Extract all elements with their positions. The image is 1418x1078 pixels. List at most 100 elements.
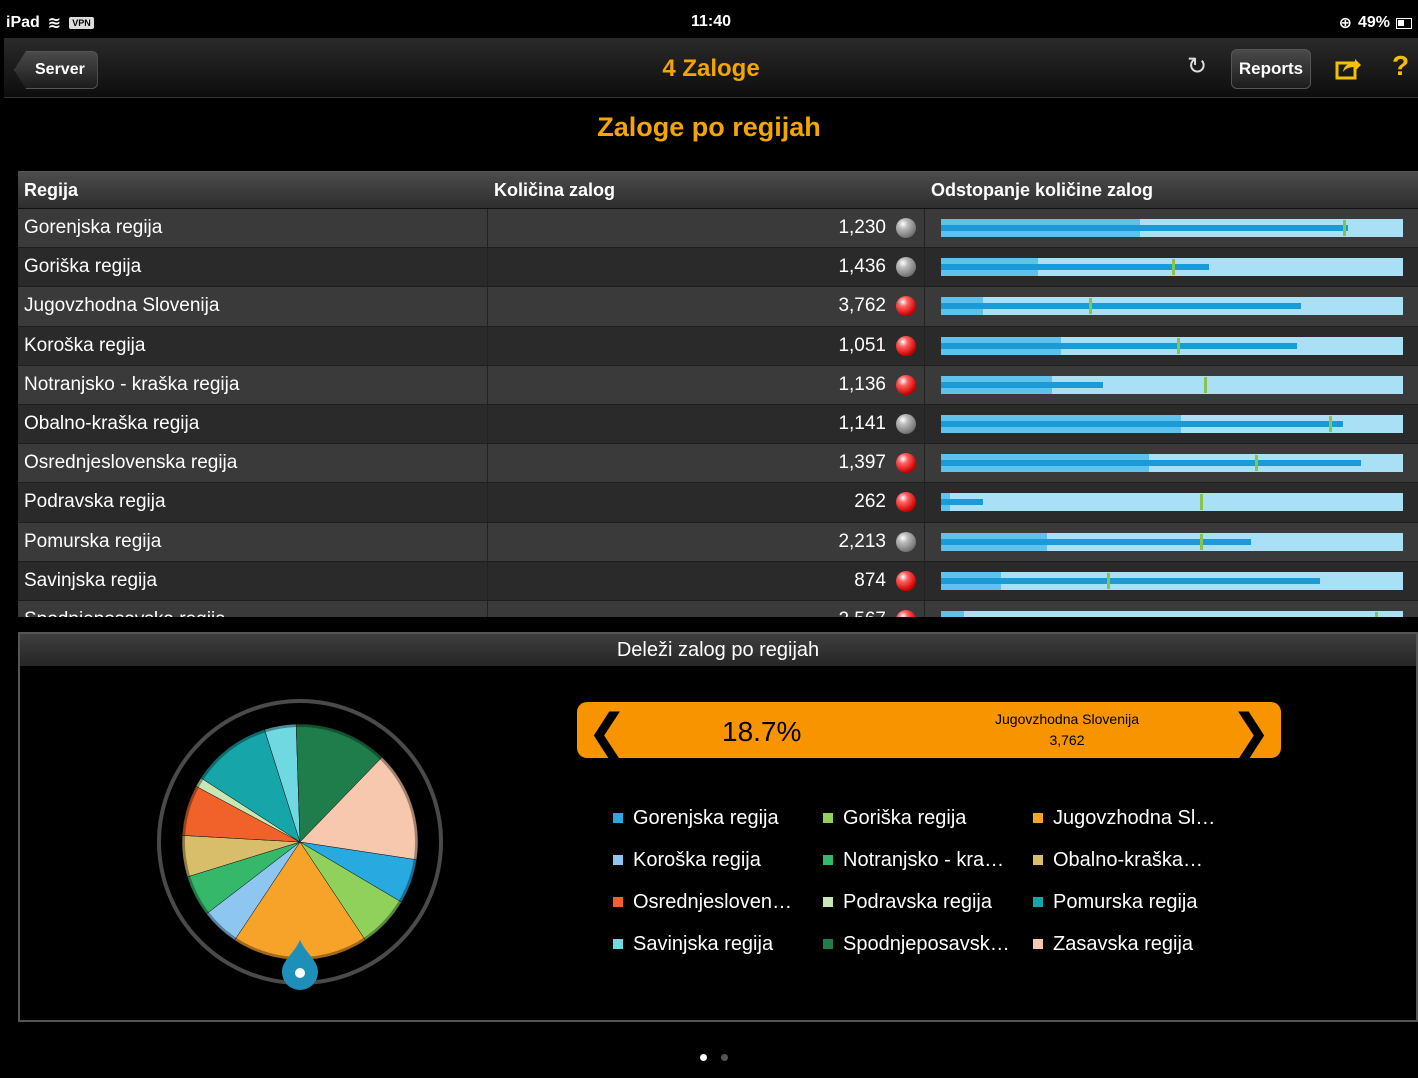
table-row[interactable]: Goriška regija 1,436	[18, 248, 1418, 288]
region-cell: Savinjska regija	[18, 561, 488, 600]
status-indicator-icon	[896, 296, 916, 317]
legend-label: Savinjska regija	[633, 932, 774, 955]
region-cell: Obalno-kraška regija	[18, 404, 488, 444]
status-indicator-icon	[896, 374, 916, 395]
bullet-graph	[941, 532, 1403, 551]
legend-swatch	[1033, 813, 1043, 823]
quantity-value: 2,213	[838, 530, 886, 552]
share-icon[interactable]	[1334, 54, 1362, 82]
region-cell: Osrednjeslovenska regija	[18, 444, 488, 483]
bullet-graph	[941, 219, 1403, 237]
battery-icon	[1396, 17, 1412, 29]
legend-swatch	[613, 813, 623, 823]
quantity-value: 874	[854, 569, 886, 591]
quantity-cell: 2,213	[488, 522, 925, 561]
legend-label: Pomurska regija	[1053, 890, 1198, 913]
help-icon[interactable]: ?	[1392, 50, 1409, 82]
bullet-target-marker	[1375, 611, 1379, 617]
bullet-value-bar	[941, 577, 1320, 584]
header-region[interactable]: Regija	[18, 172, 488, 208]
bullet-graph	[941, 375, 1403, 394]
refresh-icon[interactable]: ↻	[1184, 54, 1210, 80]
legend-item[interactable]: Jugovzhodna Sl…	[1033, 806, 1243, 830]
bullet-value-bar	[941, 381, 1103, 388]
bullet-graph	[941, 610, 1403, 617]
reports-button[interactable]: Reports	[1231, 49, 1311, 89]
status-indicator-icon	[896, 492, 916, 513]
header-deviation[interactable]: Odstopanje količine zalog	[925, 172, 1418, 208]
table-row[interactable]: Podravska regija 262	[18, 483, 1418, 523]
table-row[interactable]: Jugovzhodna Slovenija 3,762	[18, 287, 1418, 327]
table-row[interactable]: Notranjsko - kraška regija 1,136	[18, 365, 1418, 405]
status-indicator-icon	[896, 609, 916, 617]
legend-item[interactable]: Goriška regija	[823, 806, 1033, 830]
table-row[interactable]: Obalno-kraška regija 1,141	[18, 404, 1418, 445]
legend-label: Obalno-kraška…	[1053, 848, 1204, 871]
status-indicator-icon	[896, 414, 916, 435]
table-row[interactable]: Spodnjeposavska regija 2,567	[18, 600, 1418, 617]
legend-label: Osrednjesloven…	[633, 890, 792, 913]
legend-item[interactable]: Notranjsko - kra…	[823, 848, 1033, 872]
orientation-lock-icon: ⊕	[1338, 15, 1352, 32]
quantity-value: 262	[854, 491, 886, 513]
legend-swatch	[613, 897, 623, 907]
legend-item[interactable]: Zasavska regija	[1033, 932, 1243, 956]
legend-swatch	[1033, 897, 1043, 907]
page-title: Zaloge po regijah	[597, 112, 821, 142]
legend-item[interactable]: Spodnjeposavsk…	[823, 932, 1033, 956]
quantity-cell: 1,136	[488, 365, 925, 404]
bullet-graph	[941, 297, 1403, 316]
table-body[interactable]: Gorenjska regija 1,230 Goriška regija 1,436…	[18, 209, 1418, 617]
bullet-target-marker	[1199, 533, 1203, 550]
bullet-value-bar	[941, 460, 1362, 467]
quantity-cell: 1,397	[488, 444, 925, 483]
selected-region-name: Jugovzhodna Slovenija	[995, 711, 1139, 727]
table-row[interactable]: Gorenjska regija 1,230	[18, 209, 1418, 249]
share-chart-panel: Deleži zalog po regijah ❮ 18.7% Jugovzho…	[18, 632, 1418, 1022]
deviation-cell	[925, 248, 1418, 286]
region-cell: Spodnjeposavska regija	[18, 600, 488, 617]
bullet-target-marker	[1342, 220, 1346, 236]
legend-item[interactable]: Savinjska regija	[613, 932, 823, 956]
deviation-cell	[925, 287, 1418, 325]
quantity-value: 1,397	[838, 452, 886, 474]
header-quantity[interactable]: Količina zalog	[488, 172, 925, 208]
previous-slice-button[interactable]: ❮	[587, 704, 627, 760]
page-dot-2[interactable]	[721, 1054, 728, 1061]
deviation-cell	[925, 523, 1418, 561]
legend-item[interactable]: Gorenjska regija	[613, 806, 823, 830]
bullet-target-marker	[1176, 337, 1180, 354]
status-indicator-icon	[896, 257, 916, 278]
table-row[interactable]: Savinjska regija 874	[18, 561, 1418, 601]
table-row[interactable]: Osrednjeslovenska regija 1,397	[18, 444, 1418, 484]
legend-item[interactable]: Podravska regija	[823, 890, 1033, 914]
bullet-graph	[941, 414, 1403, 433]
bullet-target-marker	[1107, 572, 1111, 589]
deviation-cell	[925, 209, 1418, 247]
next-slice-button[interactable]: ❯	[1231, 704, 1271, 760]
table-row[interactable]: Pomurska regija 2,213	[18, 522, 1418, 562]
legend-swatch	[823, 939, 833, 949]
chart-legend: Gorenjska regija Goriška regija Jugovzhodn…	[613, 806, 1243, 956]
table-row[interactable]: Koroška regija 1,051	[18, 326, 1418, 366]
legend-swatch	[613, 855, 623, 865]
legend-item[interactable]: Osrednjesloven…	[613, 890, 823, 914]
quantity-value: 1,136	[838, 373, 886, 395]
page-dot-1[interactable]	[700, 1054, 707, 1061]
bullet-graph	[941, 258, 1403, 277]
region-cell: Jugovzhodna Slovenija	[18, 287, 488, 326]
bullet-value-bar	[941, 264, 1209, 271]
region-cell: Gorenjska regija	[18, 209, 488, 248]
page-indicator[interactable]	[700, 1054, 728, 1061]
bullet-graph	[941, 454, 1403, 473]
legend-item[interactable]: Koroška regija	[613, 848, 823, 872]
pie-chart[interactable]	[150, 692, 450, 992]
quantity-cell: 262	[488, 483, 925, 522]
legend-item[interactable]: Pomurska regija	[1033, 890, 1243, 914]
panel-title: Deleži zalog po regijah	[20, 634, 1416, 666]
bullet-value-bar	[941, 225, 1348, 231]
bullet-graph	[941, 493, 1403, 512]
selected-region-value: 3,762	[1049, 732, 1085, 748]
legend-item[interactable]: Obalno-kraška…	[1033, 848, 1243, 872]
deviation-cell	[925, 327, 1418, 365]
